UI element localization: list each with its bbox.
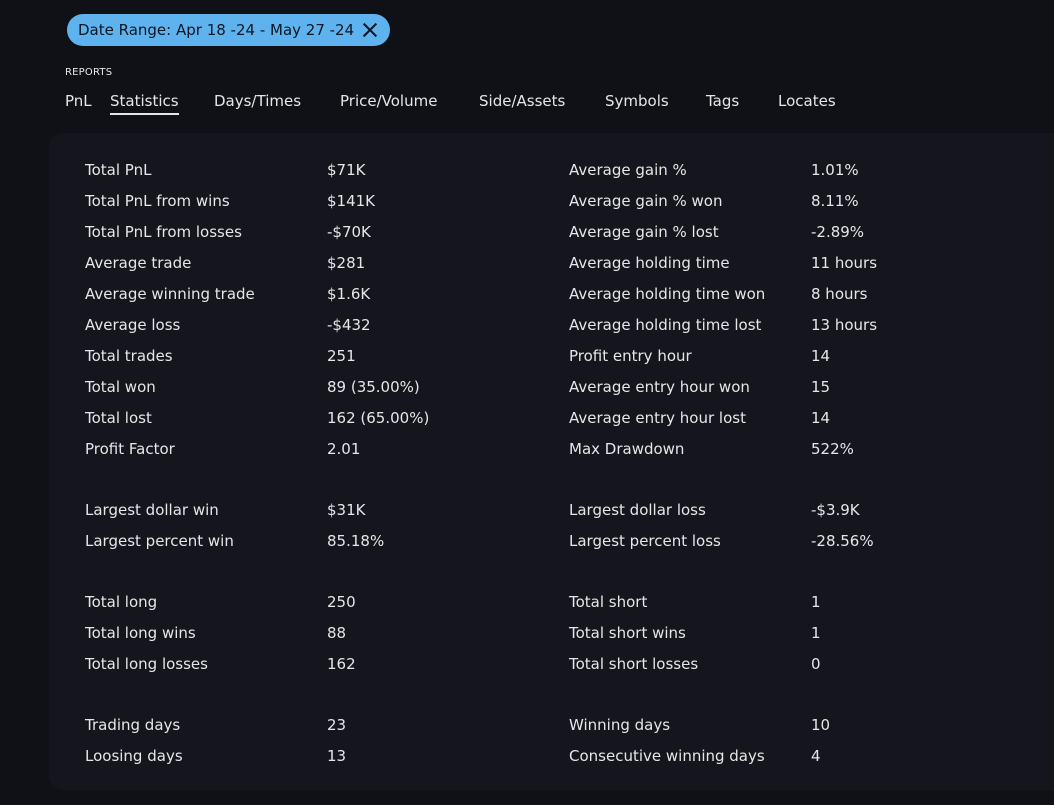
- stat-label: Total lost: [85, 409, 152, 427]
- stat-label: Consecutive winning days: [569, 747, 765, 765]
- stat-value: 13 hours: [811, 316, 878, 334]
- stat-value: 8 hours: [811, 285, 868, 303]
- date-range-chip-label: Date Range: Apr 18 -24 - May 27 -24: [78, 21, 355, 39]
- stat-label: Average trade: [85, 254, 192, 272]
- stat-value: -$3.9K: [811, 501, 860, 519]
- stat-value: $141K: [327, 192, 376, 210]
- stat-label: Largest percent win: [85, 532, 234, 550]
- tab-side-assets[interactable]: Side/Assets: [479, 92, 565, 113]
- stat-label: Trading days: [85, 716, 181, 734]
- stat-label: Total long wins: [85, 624, 196, 642]
- stat-label: Profit entry hour: [569, 347, 692, 365]
- stat-label: Average entry hour won: [569, 378, 750, 396]
- stat-value: $281: [327, 254, 366, 272]
- tab-pnl[interactable]: PnL: [65, 92, 92, 113]
- tab-locates[interactable]: Locates: [778, 92, 836, 113]
- stat-value: $1.6K: [327, 285, 371, 303]
- stat-label: Loosing days: [85, 747, 183, 765]
- stat-value: 251: [327, 347, 356, 365]
- stat-value: 85.18%: [327, 532, 385, 550]
- stat-value: 522%: [811, 440, 854, 458]
- stat-label: Total short losses: [569, 655, 699, 673]
- stat-value: 10: [811, 716, 831, 734]
- stat-value: 14: [811, 409, 831, 427]
- tab-price-volume[interactable]: Price/Volume: [340, 92, 437, 113]
- stat-label: Average holding time won: [569, 285, 766, 303]
- stat-value: 1: [811, 624, 821, 642]
- stat-label: Profit Factor: [85, 440, 175, 458]
- date-range-filter-chip[interactable]: Date Range: Apr 18 -24 - May 27 -24: [67, 14, 391, 46]
- stat-value: 4: [811, 747, 821, 765]
- stat-label: Average holding time: [569, 254, 730, 272]
- stat-value: 162 (65.00%): [327, 409, 430, 427]
- statistics-page: Date Range: Apr 18 -24 - May 27 -24 REPO…: [0, 0, 1054, 805]
- close-icon[interactable]: [362, 22, 378, 38]
- stat-label: Max Drawdown: [569, 440, 685, 458]
- stat-value: 250: [327, 593, 356, 611]
- stat-value: 1: [811, 593, 821, 611]
- stat-label: Total PnL: [85, 161, 152, 179]
- stat-value: 162: [327, 655, 356, 673]
- stat-value: $71K: [327, 161, 366, 179]
- tab-days-times[interactable]: Days/Times: [214, 92, 301, 113]
- stat-value: 8.11%: [811, 192, 859, 210]
- stat-label: Total trades: [85, 347, 173, 365]
- stat-label: Largest percent loss: [569, 532, 721, 550]
- stat-label: Largest dollar loss: [569, 501, 706, 519]
- stat-value: -28.56%: [811, 532, 874, 550]
- stat-label: Total PnL from wins: [85, 192, 230, 210]
- stat-label: Total long: [85, 593, 158, 611]
- stat-value: 23: [327, 716, 347, 734]
- stat-value: -$432: [327, 316, 371, 334]
- stat-label: Average gain % lost: [569, 223, 719, 241]
- stat-value: $31K: [327, 501, 366, 519]
- reports-section-label: REPORTS: [65, 67, 113, 78]
- stat-label: Largest dollar win: [85, 501, 219, 519]
- tab-tags[interactable]: Tags: [706, 92, 739, 113]
- stat-label: Average entry hour lost: [569, 409, 746, 427]
- stat-value: 0: [811, 655, 821, 673]
- tab-symbols[interactable]: Symbols: [605, 92, 669, 113]
- stat-value: 89 (35.00%): [327, 378, 420, 396]
- stat-label: Total short wins: [569, 624, 686, 642]
- stat-label: Average winning trade: [85, 285, 255, 303]
- stat-label: Total long losses: [85, 655, 208, 673]
- stat-value: -2.89%: [811, 223, 865, 241]
- stat-value: 13: [327, 747, 347, 765]
- stat-value: -$70K: [327, 223, 371, 241]
- tab-statistics[interactable]: Statistics: [110, 92, 179, 115]
- stat-value: 14: [811, 347, 831, 365]
- stat-label: Average holding time lost: [569, 316, 762, 334]
- stat-label: Total won: [85, 378, 156, 396]
- stat-value: 88: [327, 624, 347, 642]
- stat-label: Average loss: [85, 316, 181, 334]
- stat-label: Average gain %: [569, 161, 687, 179]
- stat-value: 11 hours: [811, 254, 878, 272]
- stat-value: 1.01%: [811, 161, 859, 179]
- stat-value: 2.01: [327, 440, 361, 458]
- stat-label: Total PnL from losses: [85, 223, 242, 241]
- stat-label: Average gain % won: [569, 192, 723, 210]
- stat-label: Winning days: [569, 716, 671, 734]
- stat-value: 15: [811, 378, 831, 396]
- stat-label: Total short: [569, 593, 648, 611]
